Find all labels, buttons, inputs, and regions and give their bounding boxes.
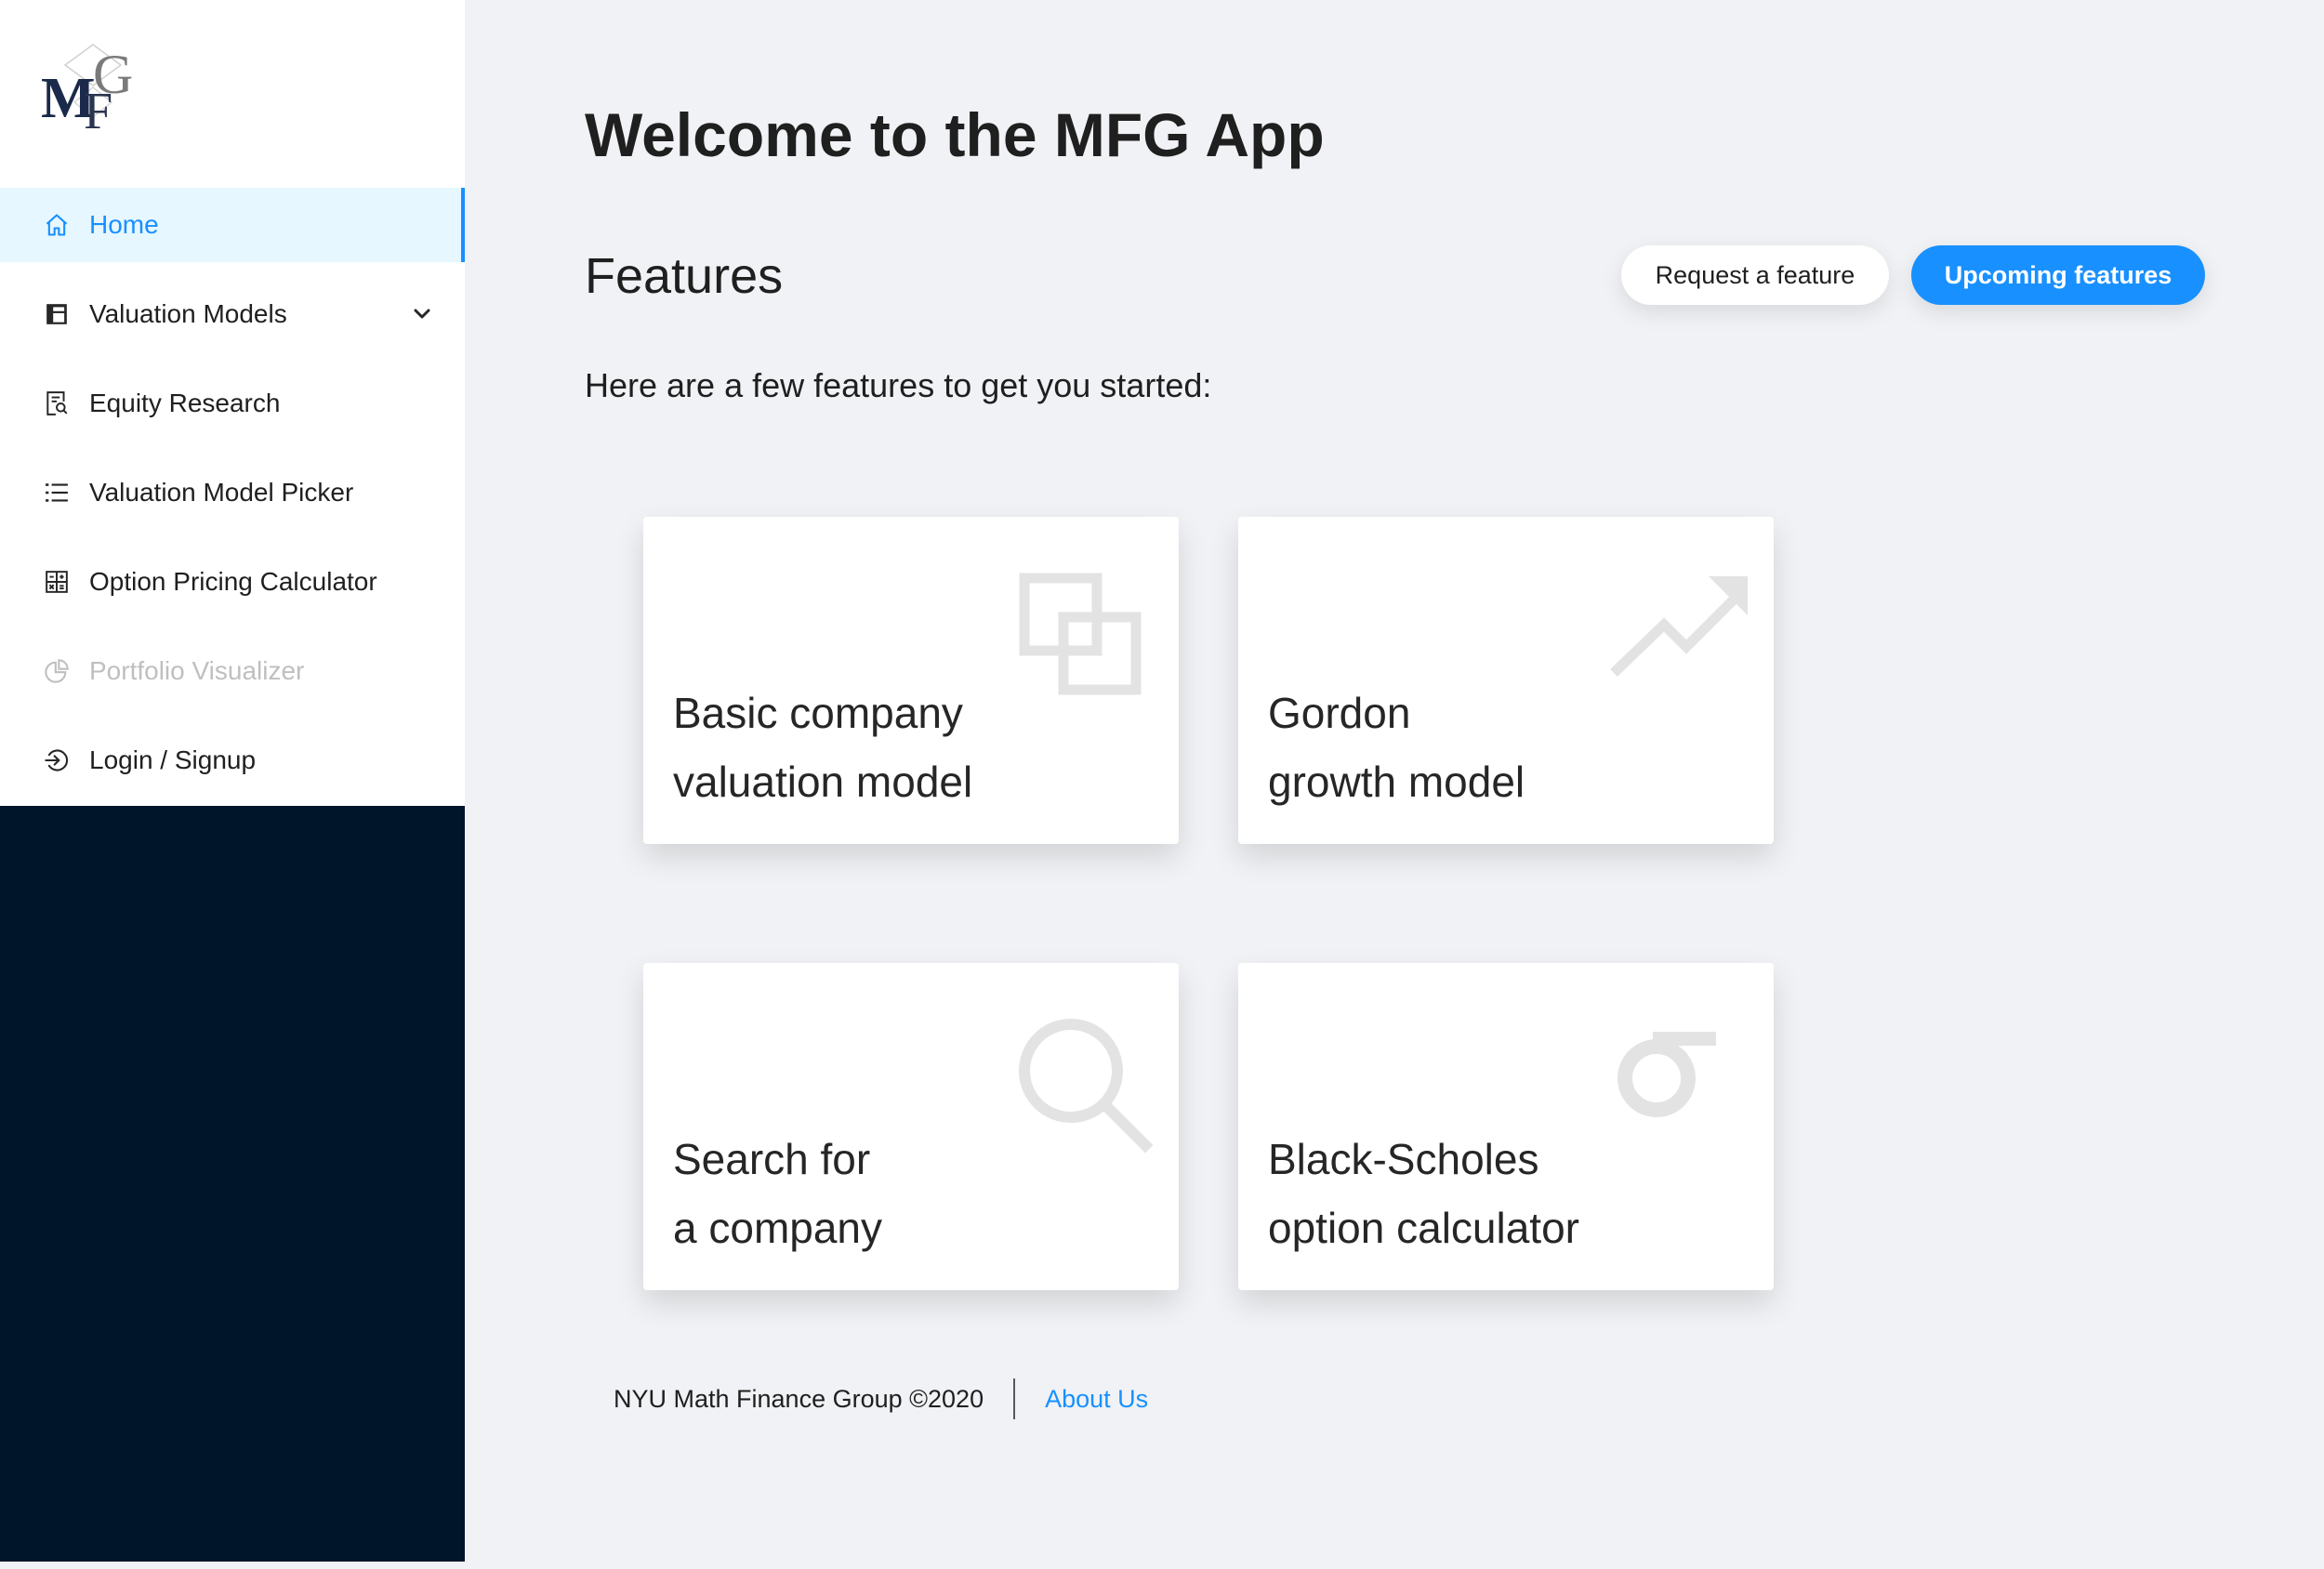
sidebar-item-login-signup[interactable]: Login / Signup	[0, 723, 465, 798]
sidebar-item-valuation-models[interactable]: Valuation Models	[0, 277, 465, 351]
calculator-icon	[43, 568, 71, 596]
footer-copyright: NYU Math Finance Group ©2020	[614, 1384, 984, 1413]
mfg-logo[interactable]: M G F	[37, 37, 158, 140]
upcoming-features-button[interactable]: Upcoming features	[1911, 245, 2205, 305]
about-us-link[interactable]: About Us	[1045, 1385, 1148, 1414]
card-label: Gordon growth model	[1268, 689, 1525, 806]
card-label: Black-Scholes option calculator	[1268, 1135, 1579, 1252]
sidebar-item-label: Login / Signup	[89, 745, 257, 774]
card-black-scholes[interactable]: Black-Scholes option calculator	[1238, 963, 1774, 1290]
pie-chart-icon	[43, 657, 71, 685]
feature-cards: Basic company valuation model Gordon gro…	[643, 517, 1779, 1290]
sidebar-item-label: Portfolio Visualizer	[89, 656, 305, 685]
features-intro: Here are a few features to get you start…	[585, 366, 1212, 404]
features-heading: Features	[585, 248, 784, 304]
card-label: Search for a company	[673, 1135, 883, 1252]
sidebar-item-equity-research[interactable]: Equity Research	[0, 366, 465, 441]
sidebar-item-label: Valuation Models	[89, 299, 287, 328]
sidebar-item-label: Option Pricing Calculator	[89, 567, 377, 596]
request-feature-button[interactable]: Request a feature	[1621, 245, 1889, 305]
page-title: Welcome to the MFG App	[585, 100, 1325, 169]
footer: NYU Math Finance Group ©2020 About Us	[614, 1378, 1148, 1420]
chevron-down-icon[interactable]	[411, 303, 433, 325]
card-search-company[interactable]: Search for a company	[643, 963, 1179, 1290]
sidebar: M G F Home Valuation Models Equity Resea…	[0, 0, 465, 1562]
sidebar-item-home[interactable]: Home	[0, 188, 465, 262]
file-search-icon	[43, 389, 71, 417]
layout-icon	[43, 300, 71, 328]
card-basic-company-valuation[interactable]: Basic company valuation model	[643, 517, 1179, 844]
svg-text:F: F	[84, 83, 112, 139]
main-content: Welcome to the MFG App Features Request …	[465, 0, 2324, 1569]
list-icon	[43, 479, 71, 507]
sidebar-item-label: Home	[89, 210, 159, 239]
card-label: Basic company valuation model	[673, 689, 973, 806]
sidebar-item-label: Equity Research	[89, 389, 281, 417]
login-icon	[43, 746, 71, 774]
sidebar-item-label: Valuation Model Picker	[89, 478, 354, 507]
sidebar-item-portfolio-visualizer: Portfolio Visualizer	[0, 634, 465, 708]
footer-divider	[1013, 1378, 1016, 1419]
sidebar-menu: M G F Home Valuation Models Equity Resea…	[0, 0, 465, 806]
card-gordon-growth[interactable]: Gordon growth model	[1238, 517, 1774, 844]
sidebar-item-valuation-model-picker[interactable]: Valuation Model Picker	[0, 455, 465, 530]
sidebar-item-option-pricing-calculator[interactable]: Option Pricing Calculator	[0, 545, 465, 619]
sidebar-nav: Home Valuation Models Equity Research Va…	[0, 188, 465, 812]
home-icon	[43, 211, 71, 239]
